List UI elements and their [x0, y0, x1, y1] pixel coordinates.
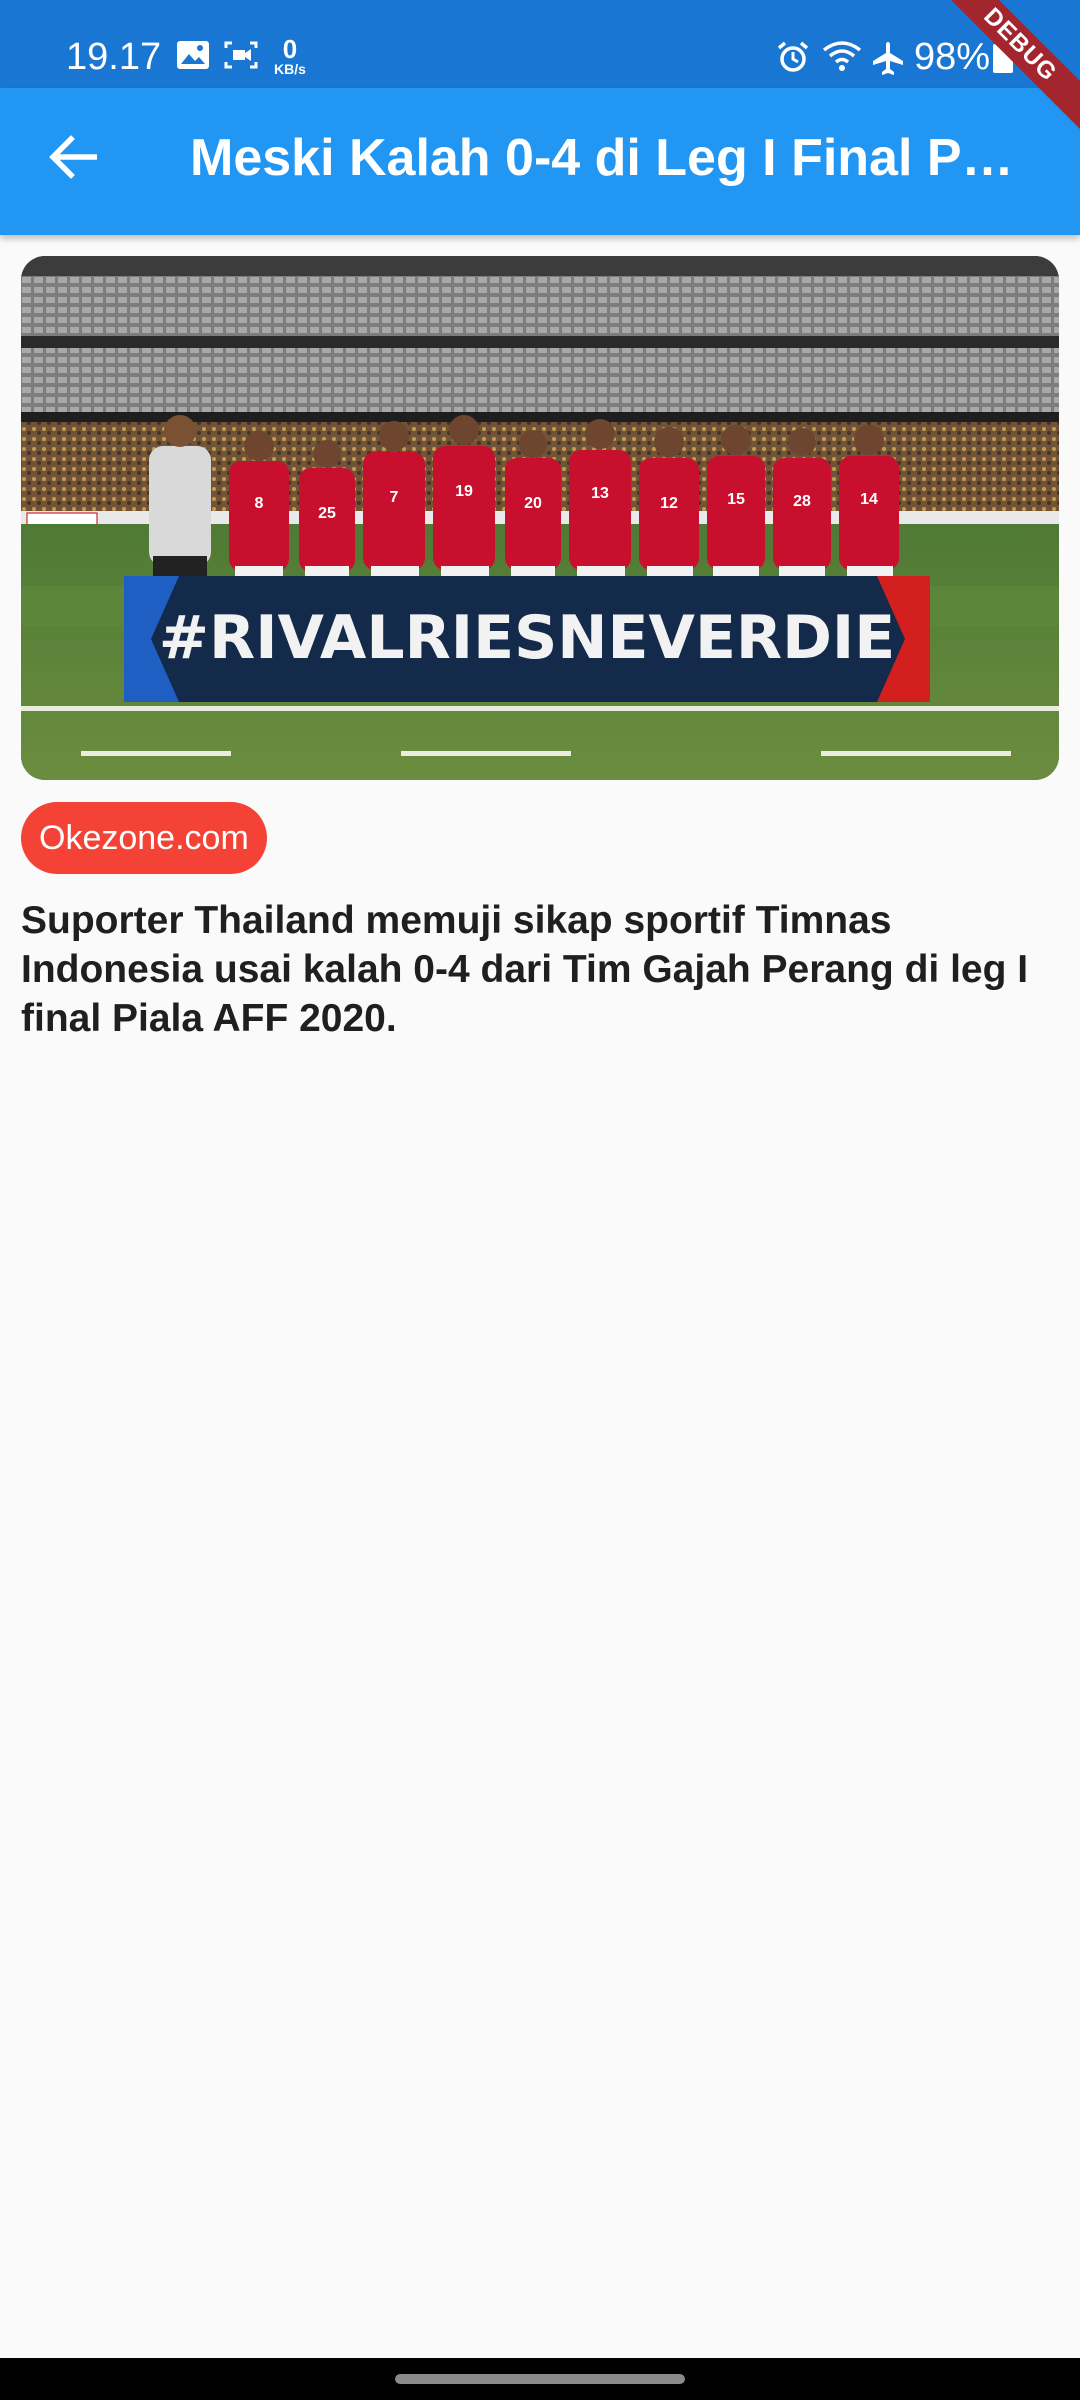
navigation-bar — [0, 2358, 1080, 2400]
svg-text:15: 15 — [727, 491, 745, 508]
battery-percent: 98% — [914, 36, 991, 78]
status-time: 19.17 — [66, 36, 162, 78]
back-arrow-icon — [49, 135, 97, 179]
back-button[interactable] — [38, 122, 108, 192]
svg-text:7: 7 — [390, 489, 399, 506]
svg-text:12: 12 — [660, 495, 678, 512]
screen-record-icon — [224, 40, 258, 70]
wifi-icon — [822, 40, 862, 72]
article-image: 8 25 7 19 20 13 12 15 28 14 #RIVALRIESNE… — [21, 256, 1059, 780]
airplane-icon — [870, 40, 906, 76]
svg-text:8: 8 — [255, 495, 264, 512]
banner-text: #RIVALRIESNEVERDIE — [159, 603, 896, 673]
status-bar: 19.17 0 KB/s 98% — [0, 0, 1080, 88]
image-icon — [176, 40, 210, 70]
svg-text:25: 25 — [318, 505, 336, 522]
network-speed: 0 KB/s — [274, 34, 306, 77]
app-bar: Meski Kalah 0-4 di Leg I Final Piala AFF… — [0, 88, 1080, 235]
svg-text:14: 14 — [860, 491, 878, 508]
svg-text:13: 13 — [591, 485, 609, 502]
home-handle[interactable] — [395, 2374, 685, 2384]
svg-text:19: 19 — [455, 483, 473, 500]
svg-text:28: 28 — [793, 493, 811, 510]
alarm-icon — [776, 40, 810, 74]
source-chip[interactable]: Okezone.com — [21, 802, 267, 874]
page-title: Meski Kalah 0-4 di Leg I Final Piala AFF… — [190, 129, 1020, 187]
article-description: Suporter Thailand memuji sikap sportif T… — [21, 899, 1029, 1040]
svg-text:20: 20 — [524, 495, 542, 512]
